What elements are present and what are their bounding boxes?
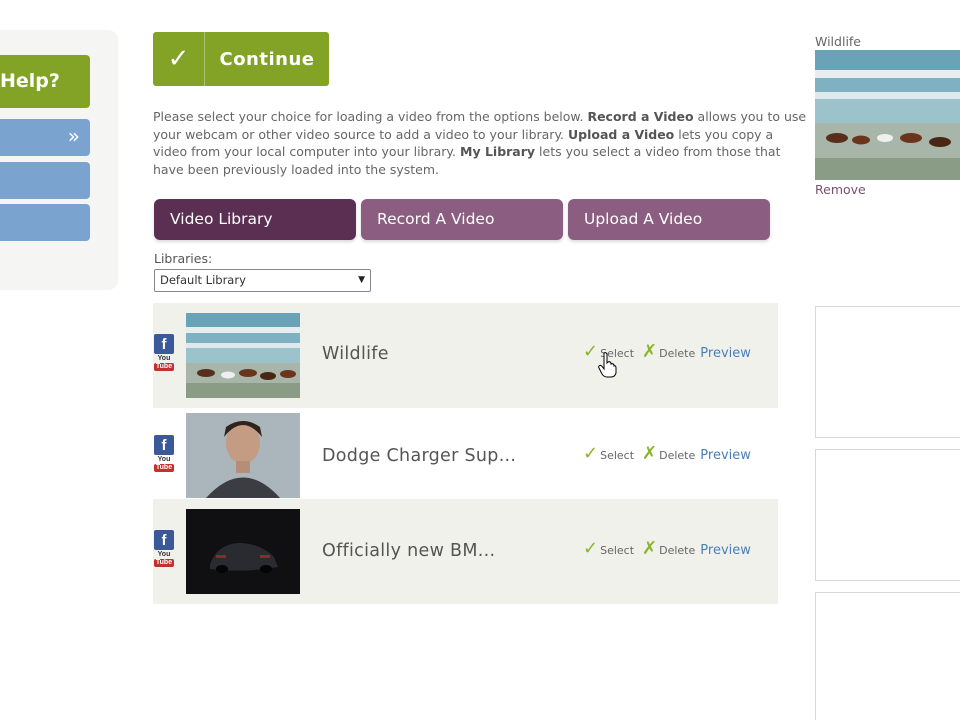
sidebar-button-3[interactable] <box>0 204 90 241</box>
delete-x-icon[interactable]: ✗ <box>642 341 657 362</box>
selected-video-thumbnail <box>815 50 960 180</box>
help-button-label: Help? <box>0 70 60 92</box>
sidebar-button-2[interactable] <box>0 162 90 199</box>
youtube-you-text: You <box>157 456 171 463</box>
sidebar-button-1[interactable]: » <box>0 119 90 156</box>
youtube-icon[interactable]: You Tube <box>154 551 174 567</box>
delete-link[interactable]: Delete <box>659 544 695 557</box>
instructions-bold: Upload a Video <box>568 126 675 142</box>
libraries-selected-value: Default Library <box>160 273 246 287</box>
youtube-tube-text: Tube <box>154 363 174 371</box>
video-thumbnail-wildlife[interactable] <box>186 313 300 398</box>
social-icons: f You Tube <box>154 530 176 567</box>
youtube-tube-text: Tube <box>154 559 174 567</box>
check-icon: ✓ <box>153 32 205 86</box>
youtube-tube-text: Tube <box>154 464 174 472</box>
dropdown-arrow-icon: ▼ <box>358 275 365 285</box>
delete-link[interactable]: Delete <box>659 449 695 462</box>
tab-upload-a-video[interactable]: Upload A Video <box>568 199 770 240</box>
delete-x-icon[interactable]: ✗ <box>642 443 657 464</box>
video-slot-3[interactable] <box>815 592 960 720</box>
video-actions: ✓ Select ✗ Delete Preview <box>583 443 751 464</box>
select-check-icon[interactable]: ✓ <box>583 341 598 362</box>
delete-link[interactable]: Delete <box>659 347 695 360</box>
hand-cursor-icon <box>598 352 617 378</box>
video-thumbnail-dodge[interactable] <box>186 413 300 498</box>
facebook-icon[interactable]: f <box>154 530 174 550</box>
double-chevron-right-icon: » <box>67 124 80 148</box>
video-row-wildlife: f You Tube Wildlife ✓ Select ✗ Delete Previ… <box>153 303 778 408</box>
remove-link[interactable]: Remove <box>815 182 866 197</box>
libraries-select[interactable]: Default Library ▼ <box>154 269 371 292</box>
preview-link[interactable]: Preview <box>700 543 751 558</box>
instructions-bold: My Library <box>460 144 536 159</box>
youtube-you-text: You <box>157 551 171 558</box>
video-actions: ✓ Select ✗ Delete Preview <box>583 538 751 559</box>
select-link[interactable]: Select <box>600 544 634 557</box>
preview-link[interactable]: Preview <box>700 448 751 463</box>
select-link[interactable]: Select <box>600 449 634 462</box>
help-button[interactable]: Help? <box>0 55 90 108</box>
preview-link[interactable]: Preview <box>700 346 751 361</box>
select-check-icon[interactable]: ✓ <box>583 538 598 559</box>
video-title: Dodge Charger Sup... <box>322 446 517 466</box>
instructions-part: Please select your choice for loading a … <box>153 109 588 124</box>
tab-record-a-video[interactable]: Record A Video <box>361 199 563 240</box>
select-check-icon[interactable]: ✓ <box>583 443 598 464</box>
delete-x-icon[interactable]: ✗ <box>642 538 657 559</box>
youtube-icon[interactable]: You Tube <box>154 355 174 371</box>
video-title: Officially new BM... <box>322 541 496 561</box>
instructions-bold: Record a Video <box>587 109 694 124</box>
video-slot-1[interactable] <box>815 306 960 438</box>
libraries-label: Libraries: <box>154 251 213 266</box>
social-icons: f You Tube <box>154 334 176 371</box>
facebook-icon[interactable]: f <box>154 435 174 455</box>
youtube-you-text: You <box>157 355 171 362</box>
facebook-icon[interactable]: f <box>154 334 174 354</box>
continue-button[interactable]: ✓ Continue <box>153 32 329 86</box>
selected-video-title: Wildlife <box>815 34 862 49</box>
video-thumbnail-bmw[interactable] <box>186 509 300 594</box>
continue-button-label: Continue <box>219 48 315 70</box>
video-slot-2[interactable] <box>815 449 960 581</box>
video-row-bmw: f You Tube Officially new BM... ✓ Select ✗… <box>153 499 778 604</box>
youtube-icon[interactable]: You Tube <box>154 456 174 472</box>
social-icons: f You Tube <box>154 435 176 472</box>
tab-video-library[interactable]: Video Library <box>154 199 356 240</box>
instructions-text: Please select your choice for loading a … <box>153 108 808 178</box>
video-title: Wildlife <box>322 344 389 364</box>
